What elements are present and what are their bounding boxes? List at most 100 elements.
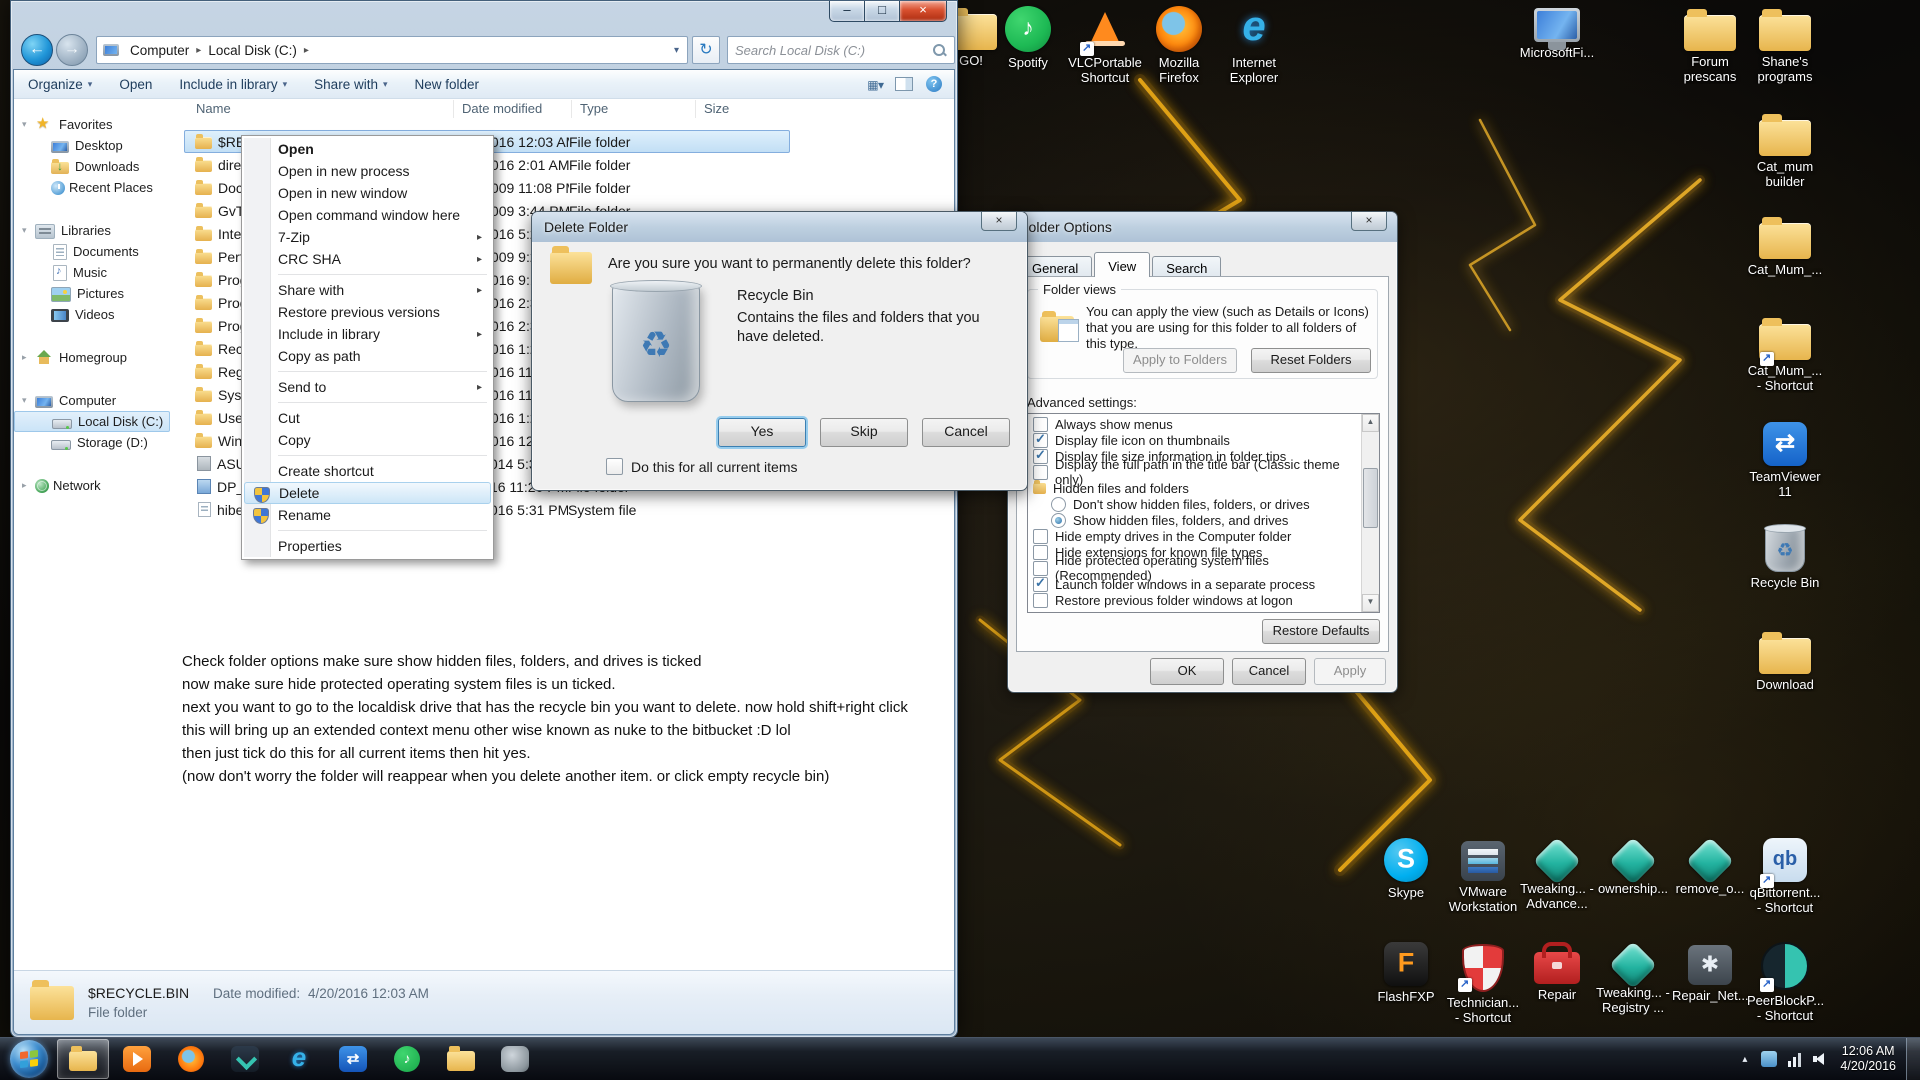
tray-app-icon[interactable] [1761,1051,1777,1067]
breadcrumb-item[interactable]: Local Disk (C:) [203,40,302,61]
sidebar-item-documents[interactable]: Documents [14,241,170,262]
sidebar-group-computer[interactable]: ▾ Computer [14,390,170,411]
help-icon[interactable]: ? [926,76,942,92]
ok-button[interactable]: OK [1150,658,1224,685]
context-menu-item[interactable]: Create shortcut [244,460,491,482]
column-header[interactable]: Type [572,100,696,118]
desktop-icon-remove-o[interactable]: remove_o... [1672,838,1748,896]
refresh-button[interactable] [692,36,720,64]
cancel-button[interactable]: Cancel [1232,658,1306,685]
expander-arrow-icon[interactable]: ▾ [22,225,35,236]
start-button[interactable] [10,1040,48,1078]
sidebar-item-videos[interactable]: Videos [14,304,170,325]
setting-control[interactable] [1033,593,1048,608]
back-button[interactable] [21,34,53,66]
desktop-icon-recycle-bin[interactable]: Recycle Bin [1747,524,1823,590]
expander-arrow-icon[interactable]: ▸ [22,352,35,363]
scroll-up-icon[interactable]: ▲ [1362,414,1379,432]
search-input[interactable] [728,43,932,58]
desktop-icon-vlcportable[interactable]: VLCPortable Shortcut [1067,6,1143,85]
advanced-setting-row[interactable]: Don't show hidden files, folders, or dri… [1028,496,1361,512]
reset-folders-button[interactable]: Reset Folders [1251,348,1371,373]
context-menu-item[interactable]: Send to [244,376,491,398]
advanced-setting-row[interactable]: Restore previous folder windows at logon [1028,592,1361,608]
breadcrumb-item[interactable]: Computer [125,40,194,61]
toolbar-button[interactable]: Share with [314,77,387,92]
close-button[interactable]: × [899,1,947,22]
context-menu-item[interactable] [244,526,491,535]
desktop-icon-teamviewer[interactable]: TeamViewer 11 [1747,420,1823,499]
desktop-icon-firefox[interactable]: Mozilla Firefox [1141,6,1217,85]
taskbar-firefox-button[interactable] [165,1039,217,1079]
context-menu-item[interactable]: Cut [244,407,491,429]
context-menu-item[interactable]: CRC SHA [244,248,491,270]
address-dropdown-icon[interactable] [674,45,679,56]
sidebar-group-network[interactable]: ▸ Network [14,475,170,496]
taskbar-explorer-button[interactable] [57,1039,109,1079]
desktop-icon-repair-net[interactable]: Repair_Net... [1672,942,1748,1003]
sidebar-item-local-disk-c[interactable]: Local Disk (C:) [14,411,170,432]
advanced-setting-row[interactable]: Always show menus [1028,416,1361,432]
setting-control[interactable] [1033,449,1048,464]
context-menu-item[interactable] [244,367,491,376]
hidden-icons-arrow-icon[interactable] [1733,1054,1756,1065]
desktop-icon-skype[interactable]: Skype [1368,838,1444,900]
desktop-icon-repair[interactable]: Repair [1519,942,1595,1002]
sidebar-item-downloads[interactable]: Downloads [14,156,170,177]
advanced-setting-row[interactable]: Hide empty drives in the Computer folder [1028,528,1361,544]
desktop-icon-download[interactable]: Download [1747,630,1823,692]
setting-control[interactable] [1033,483,1046,494]
setting-control[interactable] [1033,529,1048,544]
sidebar-item-music[interactable]: Music [14,262,170,283]
minimize-button[interactable]: – [829,1,865,22]
close-button[interactable] [1351,212,1387,231]
context-menu-item[interactable] [244,398,491,407]
sidebar-item-storage-d[interactable]: Storage (D:) [14,432,170,453]
sidebar-group-libraries[interactable]: ▾ Libraries [14,220,170,241]
setting-control[interactable] [1051,497,1066,512]
expander-arrow-icon[interactable]: ▸ [22,480,35,491]
toolbar-button[interactable]: Organize [28,77,92,92]
context-menu-item[interactable]: Copy [244,429,491,451]
taskbar-app2-button[interactable] [489,1039,541,1079]
expander-arrow-icon[interactable]: ▾ [22,119,35,130]
sidebar-group-favorites[interactable]: ▾ Favorites [14,114,170,135]
yes-button[interactable]: Yes [718,418,806,447]
advanced-setting-row[interactable]: Display the full path in the title bar (… [1028,464,1361,480]
restore-defaults-button[interactable]: Restore Defaults [1262,619,1380,644]
tab[interactable]: View [1094,252,1150,277]
toolbar-button[interactable]: New folder [415,77,480,92]
taskbar-spotify-button[interactable] [381,1039,433,1079]
desktop-icon-microsoftfi[interactable]: MicrosoftFi... [1519,4,1595,60]
context-menu-item[interactable]: Open in new process [244,160,491,182]
preview-pane-icon[interactable] [895,77,913,91]
context-menu-item[interactable]: 7-Zip [244,226,491,248]
apply-to-folders-button[interactable]: Apply to Folders [1123,348,1237,373]
taskbar-folder-button[interactable] [435,1039,487,1079]
toolbar-button[interactable]: Include in library [179,77,287,92]
taskbar-app-button[interactable] [219,1039,271,1079]
advanced-setting-row[interactable]: Display file icon on thumbnails [1028,432,1361,448]
desktop-icon-flashfxp[interactable]: FlashFXP [1368,942,1444,1004]
context-menu-item[interactable]: Open command window here [244,204,491,226]
desktop-icon-peerblock[interactable]: PeerBlockP... - Shortcut [1747,942,1823,1023]
volume-icon[interactable] [1813,1051,1829,1067]
clock[interactable]: 12:06 AM 4/20/2016 [1834,1044,1906,1074]
sidebar-item-pictures[interactable]: Pictures [14,283,170,304]
context-menu-item[interactable] [244,451,491,460]
desktop-icon-shanes-programs[interactable]: Shane's programs [1747,7,1823,84]
expander-arrow-icon[interactable]: ▾ [22,395,35,406]
advanced-setting-row[interactable]: Hide protected operating system files (R… [1028,560,1361,576]
close-button[interactable] [981,212,1017,231]
scrollbar[interactable]: ▲ ▼ [1361,414,1379,612]
desktop-icon-spotify[interactable]: Spotify [990,6,1066,70]
setting-control[interactable] [1033,465,1048,480]
desktop-icon-vmware[interactable]: VMware Workstation [1445,838,1521,914]
setting-control[interactable] [1033,561,1048,576]
apply-button[interactable]: Apply [1314,658,1386,685]
forward-button[interactable] [56,34,88,66]
sidebar-item-desktop[interactable]: Desktop [14,135,170,156]
setting-control[interactable] [1051,513,1066,528]
setting-control[interactable] [1033,545,1048,560]
taskbar-ie-button[interactable] [273,1039,325,1079]
